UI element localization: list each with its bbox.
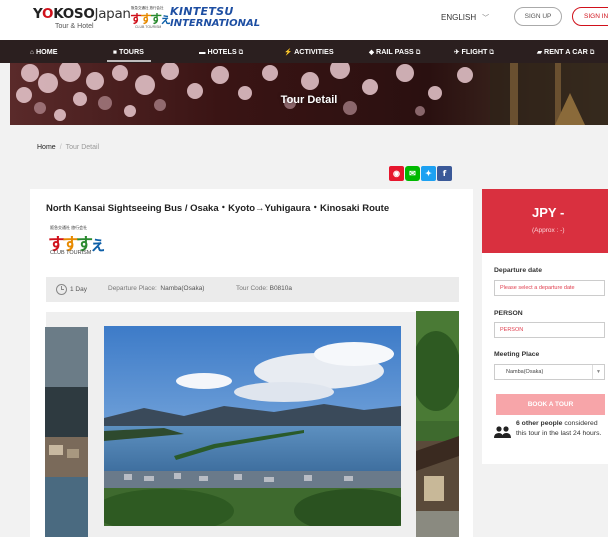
hero-title: Tour Detail	[280, 94, 338, 106]
tour-code: Tour Code: B0810a	[236, 285, 293, 292]
booking-panel: Departure date Please select a departure…	[482, 253, 608, 464]
facebook-icon[interactable]: f	[437, 166, 452, 181]
nav-flight[interactable]: ✈ FLIGHT ⧉	[454, 40, 494, 63]
twitter-icon[interactable]: ✦	[421, 166, 436, 181]
tour-title: North Kansai Sightseeing Bus / Osaka・Kyo…	[46, 203, 390, 214]
chevron-down-icon: ▼	[592, 365, 604, 379]
book-a-tour-button[interactable]: BOOK A TOUR	[496, 394, 605, 415]
person-label: PERSON	[494, 310, 523, 317]
sign-up-button[interactable]: SIGN UP	[514, 7, 562, 26]
main-nav: ⌂ HOME ■ TOURS ▬ HOTELS ⧉ ⚡ ACTIVITIES ◆ RAIL …	[0, 40, 608, 63]
ticket-icon: ◆	[369, 49, 374, 56]
nav-rent-a-car[interactable]: ▰ RENT A CAR ⧉	[537, 40, 594, 63]
logo-wordmark: YOKOSOJapan	[33, 6, 131, 22]
logo-subtitle: Tour & Hotel	[55, 23, 94, 30]
club-tourism-logo-small[interactable]: 阪急交通社 旅行会社 すすすぇ CLUB TOURISM	[130, 6, 172, 32]
clock-icon	[56, 284, 67, 295]
external-link-icon: ⧉	[589, 49, 595, 56]
price-approx: (Approx : -)	[532, 227, 565, 234]
bolt-icon: ⚡	[284, 49, 293, 56]
tour-info-bar: 1 Day Departure Place: Namba(Osaka) Tour…	[46, 277, 459, 302]
breadcrumb-home-link[interactable]: Home	[37, 144, 56, 151]
club-tourism-logo: 阪急交通社 旅行会社 すすすぇ CLUB TOURISM	[48, 225, 106, 256]
people-icon	[494, 426, 511, 438]
plane-icon: ✈	[454, 49, 460, 56]
nav-hotels[interactable]: ▬ HOTELS ⧉	[199, 40, 243, 63]
main-tour-photo[interactable]	[104, 326, 401, 526]
external-link-icon: ⧉	[238, 49, 244, 56]
gallery-thumb-left[interactable]	[45, 327, 88, 537]
departure-date-label: Departure date	[494, 267, 542, 274]
tour-duration: 1 Day	[70, 286, 87, 293]
gallery-thumb-right[interactable]	[416, 311, 459, 537]
people-considered-text: 6 other people considered this tour in t…	[516, 420, 602, 437]
bed-icon: ▬	[199, 49, 206, 56]
meeting-place-select[interactable]: Namba(Osaka) ▼	[494, 364, 605, 380]
departure-date-input[interactable]: Please select a departure date	[494, 280, 605, 296]
breadcrumb-current: Tour Detail	[65, 144, 100, 151]
language-selector[interactable]: ENGLISH ﹀	[441, 13, 489, 23]
yokoso-japan-logo[interactable]: YOKOSOJapan Tour & Hotel	[33, 6, 131, 34]
meeting-place-label: Meeting Place	[494, 351, 540, 358]
nav-home[interactable]: ⌂ HOME	[30, 40, 58, 63]
external-link-icon: ⧉	[415, 49, 421, 56]
price-currency: JPY -	[532, 205, 565, 220]
departure-place: Departure Place: Namba(Osaka)	[108, 285, 205, 292]
kintetsu-international-logo[interactable]: KINTETSU INTERNATIONAL	[170, 6, 260, 30]
sign-in-button[interactable]: SIGN IN	[572, 7, 608, 26]
home-icon: ⌂	[30, 49, 34, 56]
car-icon: ▰	[537, 49, 542, 56]
weibo-icon[interactable]: ◉	[389, 166, 404, 181]
nav-rail-pass[interactable]: ◆ RAIL PASS ⧉	[369, 40, 420, 63]
price-box: JPY - (Approx : -)	[482, 189, 608, 253]
chevron-down-icon: ﹀	[482, 15, 490, 22]
nav-activities[interactable]: ⚡ ACTIVITIES	[284, 40, 334, 63]
breadcrumb: Home / Tour Detail	[37, 144, 100, 151]
site-header: YOKOSOJapan Tour & Hotel 阪急交通社 旅行会社 すすすぇ…	[0, 0, 608, 40]
tour-detail-card: North Kansai Sightseeing Bus / Osaka・Kyo…	[30, 189, 473, 537]
external-link-icon: ⧉	[489, 49, 495, 56]
hero-banner: Tour Detail	[10, 63, 608, 125]
nav-active-indicator	[107, 60, 151, 62]
line-icon[interactable]: ✉	[405, 166, 420, 181]
person-input[interactable]: PERSON	[494, 322, 605, 338]
suitcase-icon: ■	[113, 49, 117, 56]
